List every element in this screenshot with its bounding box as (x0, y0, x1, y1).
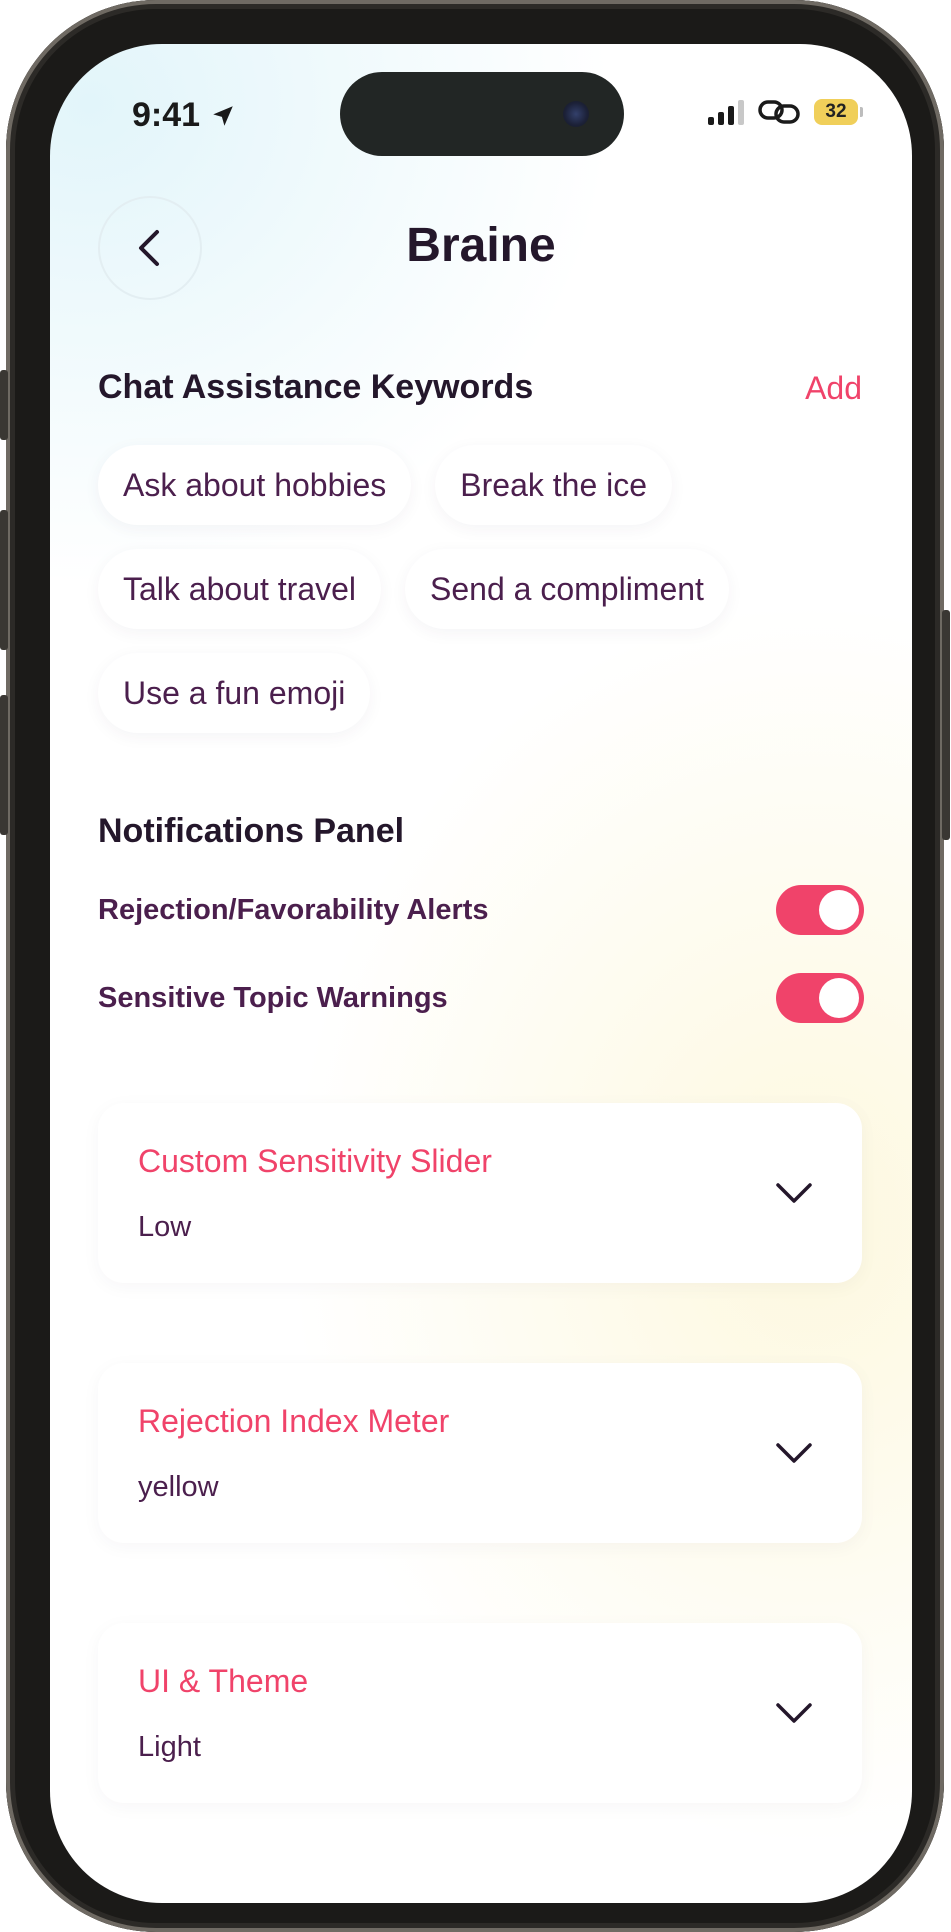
power-button (942, 610, 950, 840)
ui-theme-card[interactable]: UI & Theme Light (98, 1623, 862, 1803)
keyword-chip[interactable]: Ask about hobbies (98, 445, 412, 525)
card-title: Rejection Index Meter (138, 1403, 450, 1439)
notifications-section-title: Notifications Panel (98, 812, 405, 850)
toggle-label: Sensitive Topic Warnings (98, 981, 448, 1014)
toggle-row-rejection-alerts: Rejection/Favorability Alerts (98, 885, 864, 935)
volume-up-button (0, 510, 8, 650)
status-time-text: 9:41 (132, 96, 201, 134)
toggle-knob (819, 890, 859, 930)
toggle-knob (819, 978, 859, 1018)
location-arrow-icon (213, 105, 233, 126)
card-value: Light (138, 1731, 201, 1763)
chevron-down-icon (776, 1183, 812, 1203)
chevron-down-icon (776, 1703, 812, 1723)
battery-level: 32 (825, 101, 847, 122)
rejection-alerts-toggle[interactable] (776, 885, 864, 935)
sensitivity-slider-card[interactable]: Custom Sensitivity Slider Low (98, 1103, 862, 1283)
rejection-index-card[interactable]: Rejection Index Meter yellow (98, 1363, 862, 1543)
keyword-chip[interactable]: Use a fun emoji (98, 653, 371, 733)
action-button (0, 370, 8, 440)
card-value: yellow (138, 1471, 219, 1503)
chevron-down-icon (776, 1443, 812, 1463)
keyword-chips: Ask about hobbies Break the ice Talk abo… (98, 445, 858, 757)
keywords-section-title: Chat Assistance Keywords (98, 368, 534, 406)
volume-down-button (0, 695, 8, 835)
sensitive-topics-toggle[interactable] (776, 973, 864, 1023)
keyword-chip[interactable]: Talk about travel (98, 549, 382, 629)
page-title: Braine (406, 219, 556, 272)
phone-frame: 9:41 32 Braine Chat Assistance Keywords … (0, 0, 950, 1932)
dynamic-island (340, 72, 624, 156)
cellular-signal-icon (708, 99, 744, 125)
status-time: 9:41 (132, 96, 236, 135)
front-camera (563, 101, 589, 127)
card-title: Custom Sensitivity Slider (138, 1143, 492, 1179)
battery-icon: 32 (814, 99, 863, 125)
keyword-chip[interactable]: Send a compliment (405, 549, 729, 629)
add-keyword-button[interactable]: Add (805, 370, 862, 407)
card-title: UI & Theme (138, 1663, 309, 1699)
link-icon (758, 100, 800, 124)
status-indicators: 32 (708, 98, 863, 126)
toggle-label: Rejection/Favorability Alerts (98, 893, 489, 926)
keyword-chip[interactable]: Break the ice (435, 445, 673, 525)
card-value: Low (138, 1211, 192, 1243)
screen: 9:41 32 Braine Chat Assistance Keywords … (50, 44, 912, 1903)
toggle-row-sensitive-topics: Sensitive Topic Warnings (98, 973, 864, 1023)
